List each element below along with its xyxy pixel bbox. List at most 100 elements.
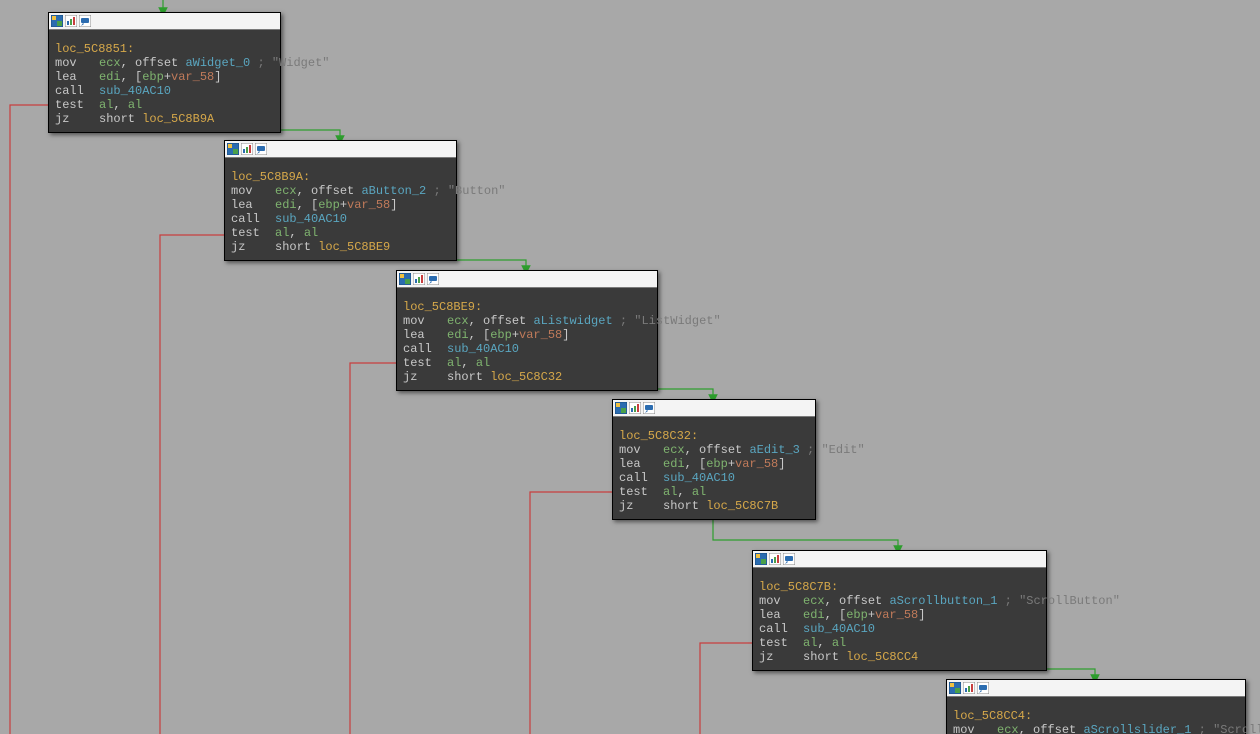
register: ecx [99,56,121,70]
register: ecx [447,314,469,328]
jump-target: loc_5C8C7B [706,499,778,513]
opcode: lea [759,608,803,622]
bubble-icon[interactable] [79,15,91,27]
tile-icon[interactable] [615,402,627,414]
node-body: loc_5C8851:movecx, offset aWidget_0 ; "W… [49,30,280,132]
graph-node[interactable]: loc_5C8C7B:movecx, offset aScrollbutton_… [752,550,1047,671]
tile-icon[interactable] [227,143,239,155]
graph-node[interactable]: loc_5C8C32:movecx, offset aEdit_3 ; "Edi… [612,399,816,520]
opcode: call [759,622,803,636]
comment: ; "ListWidget" [613,314,721,328]
bubble-icon[interactable] [427,273,439,285]
node-body: loc_5C8BE9:movecx, offset aListwidget ; … [397,288,657,390]
graph-node[interactable]: loc_5C8BE9:movecx, offset aListwidget ; … [396,270,658,391]
keyword-offset: offset [839,594,882,608]
register: al [128,98,142,112]
chart-icon[interactable] [413,273,425,285]
node-titlebar[interactable] [613,400,815,417]
stack-var: var_58 [875,608,918,622]
node-titlebar[interactable] [397,271,657,288]
chart-icon[interactable] [963,682,975,694]
register: ebp [490,328,512,342]
comment: ; "ScrollButton" [997,594,1119,608]
comment: ; "ScrollSlider" [1191,723,1260,734]
block-label: loc_5C8BE9: [403,300,482,314]
bubble-icon[interactable] [783,553,795,565]
register: al [832,636,846,650]
node-titlebar[interactable] [947,680,1245,697]
opcode: jz [55,112,99,126]
register: al [447,356,461,370]
graph-node[interactable]: loc_5C8B9A:movecx, offset aButton_2 ; "B… [224,140,457,261]
register: edi [99,70,121,84]
opcode: lea [55,70,99,84]
tile-icon[interactable] [949,682,961,694]
graph-node[interactable]: loc_5C8CC4:movecx, offset aScrollslider_… [946,679,1246,734]
chart-icon[interactable] [241,143,253,155]
register: al [663,485,677,499]
symbol: aButton_2 [361,184,426,198]
keyword-offset: offset [699,443,742,457]
opcode: test [231,226,275,240]
jump-target: loc_5C8CC4 [846,650,918,664]
keyword-short: short [447,370,483,384]
symbol: aScrollslider_1 [1083,723,1191,734]
symbol: aWidget_0 [185,56,250,70]
block-label: loc_5C8B9A: [231,170,310,184]
opcode: mov [619,443,663,457]
register: al [692,485,706,499]
chart-icon[interactable] [65,15,77,27]
node-body: loc_5C8C7B:movecx, offset aScrollbutton_… [753,568,1046,670]
register: ebp [142,70,164,84]
keyword-offset: offset [135,56,178,70]
opcode: lea [231,198,275,212]
opcode: call [55,84,99,98]
keyword-offset: offset [483,314,526,328]
opcode: lea [619,457,663,471]
register: edi [663,457,685,471]
tile-icon[interactable] [399,273,411,285]
register: ecx [997,723,1019,734]
bubble-icon[interactable] [643,402,655,414]
keyword-offset: offset [311,184,354,198]
opcode: call [231,212,275,226]
jump-target: loc_5C8BE9 [318,240,390,254]
bubble-icon[interactable] [977,682,989,694]
opcode: mov [403,314,447,328]
node-titlebar[interactable] [225,141,456,158]
register: al [99,98,113,112]
chart-icon[interactable] [769,553,781,565]
register: ecx [803,594,825,608]
node-body: loc_5C8CC4:movecx, offset aScrollslider_… [947,697,1245,734]
register: al [275,226,289,240]
keyword-short: short [803,650,839,664]
keyword-short: short [663,499,699,513]
node-body: loc_5C8B9A:movecx, offset aButton_2 ; "B… [225,158,456,260]
opcode: mov [953,723,997,734]
call-target: sub_40AC10 [803,622,875,636]
chart-icon[interactable] [629,402,641,414]
node-titlebar[interactable] [49,13,280,30]
opcode: call [403,342,447,356]
keyword-offset: offset [1033,723,1076,734]
opcode: lea [403,328,447,342]
node-titlebar[interactable] [753,551,1046,568]
register: al [476,356,490,370]
opcode: mov [759,594,803,608]
call-target: sub_40AC10 [275,212,347,226]
comment: ; "Widget" [250,56,329,70]
opcode: mov [231,184,275,198]
graph-node[interactable]: loc_5C8851:movecx, offset aWidget_0 ; "W… [48,12,281,133]
bubble-icon[interactable] [255,143,267,155]
register: al [304,226,318,240]
tile-icon[interactable] [755,553,767,565]
tile-icon[interactable] [51,15,63,27]
jump-target: loc_5C8B9A [142,112,214,126]
opcode: jz [231,240,275,254]
opcode: mov [55,56,99,70]
opcode: jz [619,499,663,513]
call-target: sub_40AC10 [99,84,171,98]
opcode: test [759,636,803,650]
stack-var: var_58 [347,198,390,212]
register: al [803,636,817,650]
